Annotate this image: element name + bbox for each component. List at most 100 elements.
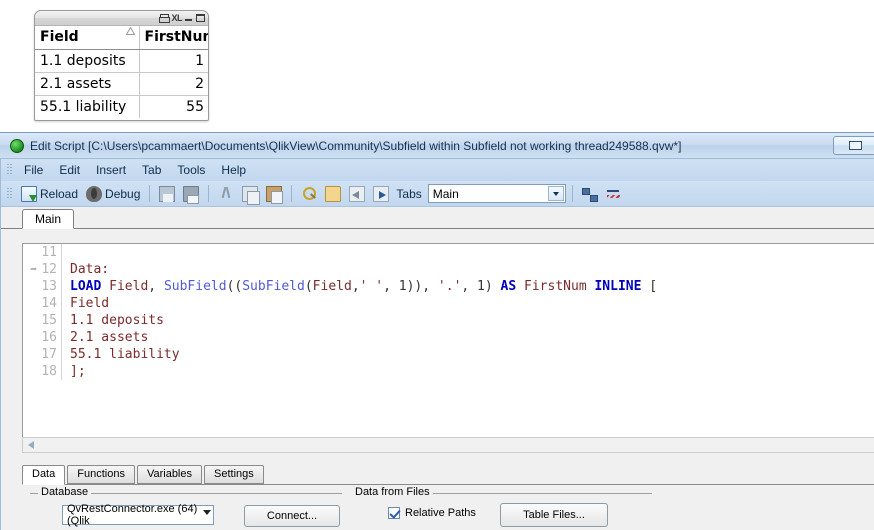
menu-item-tools[interactable]: Tools: [169, 161, 213, 179]
table-grid: Field FirstNum 1.1 deposits 1 2.1: [35, 26, 208, 118]
previous-tab-button[interactable]: [346, 185, 368, 203]
code-line[interactable]: 18];: [23, 363, 874, 380]
line-number: 16: [41, 330, 57, 345]
syntax-check-button[interactable]: [603, 185, 625, 203]
syntax-check-icon: [606, 186, 622, 202]
folder-icon: [325, 185, 342, 202]
line-number: 12: [41, 262, 57, 277]
script-horizontal-scrollbar[interactable]: [22, 437, 874, 453]
tab-selector-combobox[interactable]: Main: [427, 184, 566, 203]
code-token: INLINE: [594, 279, 642, 294]
find-button[interactable]: [298, 185, 320, 203]
menu-drag-handle[interactable]: [6, 163, 12, 177]
code-text[interactable]: Field: [62, 295, 109, 312]
code-line[interactable]: 17 55.1 liability: [23, 346, 874, 363]
checkbox-icon[interactable]: [388, 507, 400, 519]
data-from-files-group-title: Data from Files: [352, 486, 433, 498]
save-button[interactable]: [156, 185, 178, 203]
cell-firstnum[interactable]: 55: [139, 95, 208, 118]
cell-firstnum[interactable]: 2: [139, 72, 208, 96]
tab-variables[interactable]: Variables: [136, 465, 202, 484]
toolbar-separator: [208, 185, 210, 202]
connect-button[interactable]: Connect...: [244, 505, 340, 527]
bottom-tab-strip: Data Functions Variables Settings: [22, 465, 874, 485]
window-title-bar[interactable]: Edit Script [C:\Users\pcammaert\Document…: [0, 133, 874, 159]
print-icon[interactable]: [159, 14, 171, 23]
database-group-title: Database: [38, 486, 92, 498]
tab-settings[interactable]: Settings: [204, 465, 264, 484]
code-text[interactable]: ];: [62, 363, 86, 380]
code-token: 2.1 assets: [70, 330, 149, 345]
data-tab-panel: Database QvRestConnector.exe (64) (Qlik …: [22, 485, 874, 530]
menu-item-help[interactable]: Help: [213, 161, 254, 179]
code-line[interactable]: ➦ 12 Data:: [23, 261, 874, 278]
table-row[interactable]: 55.1 liability 55: [35, 95, 208, 118]
toolbar-separator: [571, 185, 573, 202]
column-header-firstnum[interactable]: FirstNum: [139, 26, 208, 50]
column-header-field[interactable]: Field: [35, 26, 140, 50]
paste-button[interactable]: [263, 185, 285, 204]
code-line[interactable]: 11: [23, 244, 874, 261]
code-token: Data:: [70, 262, 110, 277]
script-tab-main[interactable]: Main: [22, 209, 75, 229]
code-line[interactable]: 16 2.1 assets: [23, 329, 874, 346]
edit-script-window: Edit Script [C:\Users\pcammaert\Document…: [0, 132, 874, 530]
relative-paths-checkbox[interactable]: Relative Paths: [388, 507, 476, 519]
code-token: , 1): [461, 279, 501, 294]
code-token: [: [641, 279, 658, 294]
menu-item-tab[interactable]: Tab: [134, 161, 169, 179]
scroll-left-arrow-icon[interactable]: [23, 438, 39, 452]
code-line[interactable]: 15 1.1 deposits: [23, 312, 874, 329]
open-folder-button[interactable]: [322, 185, 344, 203]
code-text[interactable]: Data:: [62, 261, 109, 278]
menu-bar: File Edit Insert Tab Tools Help: [0, 159, 874, 181]
code-text[interactable]: 55.1 liability: [62, 346, 180, 363]
table-object-caption[interactable]: XL: [35, 11, 208, 26]
minimize-icon[interactable]: [185, 15, 193, 22]
script-code[interactable]: 11 ➦ 12 Data: 13 LOAD Field, SubField((SubFie…: [23, 244, 874, 380]
chevron-down-icon[interactable]: [547, 186, 564, 201]
export-excel-icon[interactable]: XL: [171, 13, 182, 23]
relative-paths-label: Relative Paths: [405, 507, 476, 519]
maximize-icon[interactable]: [196, 14, 205, 22]
table-row[interactable]: 2.1 assets 2: [35, 72, 208, 96]
toolbar-separator: [291, 185, 293, 202]
code-token: (: [304, 279, 313, 294]
code-text[interactable]: 2.1 assets: [62, 329, 148, 346]
chevron-down-icon[interactable]: [203, 510, 211, 515]
window-controls: [833, 136, 874, 155]
data-from-files-group: Data from Files Relative Paths Table Fil…: [352, 486, 652, 530]
window-minimize-button[interactable]: [833, 136, 874, 155]
cell-firstnum[interactable]: 1: [139, 49, 208, 73]
database-connector-combobox[interactable]: QvRestConnector.exe (64) (Qlik: [62, 503, 214, 527]
print-button[interactable]: [180, 185, 202, 204]
table-viewer-button[interactable]: [579, 185, 601, 203]
code-text[interactable]: 1.1 deposits: [62, 312, 164, 329]
code-text[interactable]: LOAD Field, SubField((SubField(Field,' '…: [62, 278, 657, 295]
table-files-button[interactable]: Table Files...: [500, 503, 608, 527]
copy-button[interactable]: [239, 185, 261, 205]
minimize-icon: [848, 141, 862, 150]
cell-field[interactable]: 1.1 deposits: [35, 49, 140, 73]
script-editor[interactable]: 11 ➦ 12 Data: 13 LOAD Field, SubField((SubFie…: [22, 243, 874, 443]
tab-data[interactable]: Data: [22, 465, 66, 485]
tab-selector-value: Main: [432, 186, 459, 201]
cut-button[interactable]: [215, 185, 237, 203]
code-line[interactable]: 13 LOAD Field, SubField((SubField(Field,'…: [23, 278, 874, 295]
cell-field[interactable]: 2.1 assets: [35, 72, 140, 96]
gutter-divider: [61, 244, 62, 261]
menu-item-edit[interactable]: Edit: [51, 161, 88, 179]
tab-functions[interactable]: Functions: [67, 465, 135, 484]
table-row[interactable]: 1.1 deposits 1: [35, 49, 208, 73]
next-tab-button[interactable]: [370, 185, 392, 203]
code-token: ' ': [359, 279, 384, 294]
toolbar-drag-handle[interactable]: [6, 187, 12, 201]
reload-button[interactable]: Reload: [18, 185, 81, 203]
code-line[interactable]: 14 Field: [23, 295, 874, 312]
menu-item-insert[interactable]: Insert: [88, 161, 134, 179]
debug-button[interactable]: Debug: [83, 185, 143, 203]
cell-field[interactable]: 55.1 liability: [35, 95, 140, 118]
menu-item-file[interactable]: File: [16, 161, 51, 179]
